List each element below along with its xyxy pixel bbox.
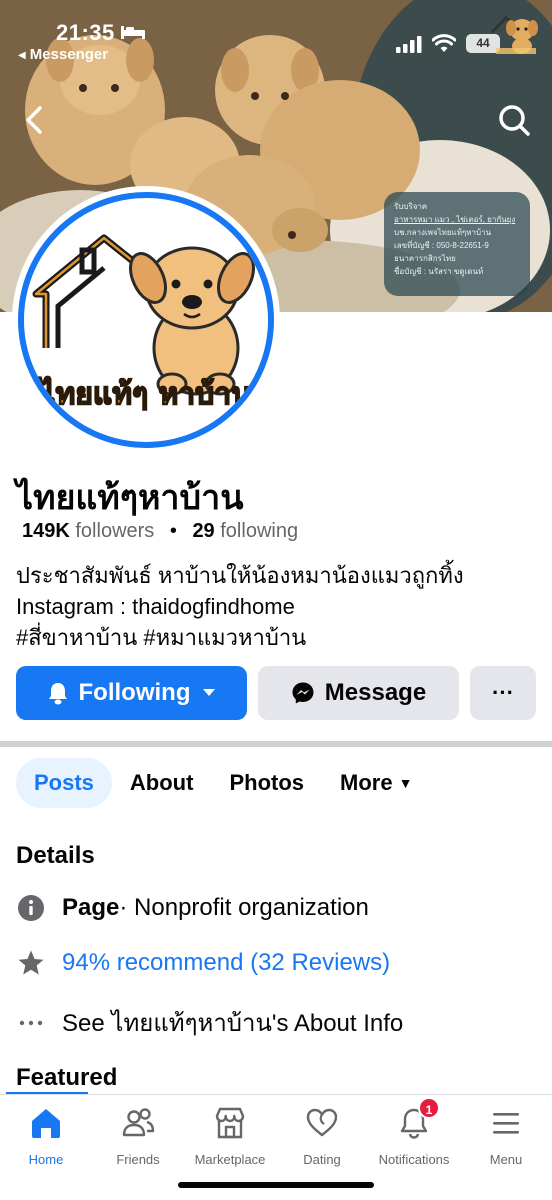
notification-badge: 1 [418, 1097, 440, 1119]
bell-icon [47, 681, 69, 705]
search-icon[interactable] [494, 100, 534, 140]
dating-icon [302, 1103, 342, 1142]
home-icon [26, 1103, 66, 1142]
followers-label[interactable]: followers [75, 520, 154, 542]
donate-line: ธนาคารกสิกรไทย [394, 254, 456, 263]
nav-label: Friends [116, 1152, 160, 1167]
donate-line: รับบริจาค [394, 202, 428, 211]
tab-photos[interactable]: Photos [211, 758, 322, 808]
followers-count[interactable]: 149K [22, 520, 70, 542]
nav-label: Notifications [378, 1152, 450, 1167]
recommend-row[interactable]: 94% recommend (32 Reviews) [16, 948, 390, 978]
nav-marketplace[interactable]: Marketplace [184, 1103, 276, 1167]
tab-about[interactable]: About [112, 758, 212, 808]
more-horizontal-icon [16, 1008, 46, 1038]
profile-tabs: Posts About Photos More ▼ [16, 758, 430, 808]
avatar: ไทยแท้ๆ หาบ้าน [18, 192, 274, 448]
bell-icon: 1 [394, 1097, 440, 1142]
donation-info-overlay: รับบริจาค อาหารหมา แมว , ไข่เตอร์, ยากัน… [384, 192, 530, 296]
nav-label: Marketplace [194, 1152, 266, 1167]
follow-stats: 149K followers • 29 following [22, 520, 298, 543]
dog-house-logo-icon: ไทยแท้ๆ หาบ้าน [32, 234, 255, 413]
more-dots-icon: ··· [492, 680, 514, 705]
message-button[interactable]: Message [258, 666, 459, 720]
tab-more-label: More [340, 770, 393, 795]
donate-line: ชื่อบัญชี : นรัสรา ขดูเดนท์ [394, 267, 484, 276]
section-divider [0, 741, 552, 747]
tab-posts[interactable]: Posts [16, 758, 112, 808]
sleep-focus-icon [121, 26, 145, 39]
nav-dating[interactable]: Dating [276, 1103, 368, 1167]
following-label: Following [78, 679, 191, 706]
donate-line: บช.กลางเพจไทยแท้ๆหาบ้าน [394, 228, 492, 237]
nav-label: Menu [489, 1152, 523, 1167]
donate-line: อาหารหมา แมว , ไข่เตอร์, ยากันยุง [394, 215, 516, 224]
back-app-label: Messenger [29, 46, 109, 63]
nav-friends[interactable]: Friends [92, 1103, 184, 1167]
wifi-icon [432, 34, 456, 52]
logo-text: ไทยแท้ๆ หาบ้าน [37, 376, 252, 412]
nav-label: Home [28, 1152, 64, 1167]
following-count[interactable]: 29 [192, 520, 214, 542]
page-type-label: Page [62, 894, 120, 921]
see-about-link[interactable]: See ไทยแท้ๆหาบ้าน's About Info [62, 1003, 403, 1042]
profile-picture[interactable]: ไทยแท้ๆ หาบ้าน [12, 186, 280, 454]
separator-dot: • [169, 520, 177, 542]
page-type-row: Page · Nonprofit organization [16, 893, 369, 923]
nav-menu[interactable]: Menu [460, 1103, 552, 1167]
recommend-link[interactable]: 94% recommend (32 Reviews) [62, 949, 390, 977]
nav-label: Dating [303, 1152, 341, 1167]
page-category: · Nonprofit organization [119, 894, 369, 921]
message-label: Message [324, 679, 427, 706]
status-time: 21:35 [56, 20, 115, 45]
bio-line: Instagram : thaidogfindhome [16, 594, 295, 619]
menu-icon [486, 1103, 526, 1142]
see-about-row[interactable]: See ไทยแท้ๆหาบ้าน's About Info [16, 1003, 403, 1042]
marketplace-icon [210, 1103, 250, 1142]
nav-notifications[interactable]: 1 Notifications [368, 1097, 460, 1167]
featured-heading: Featured [16, 1064, 118, 1091]
nav-home[interactable]: Home [0, 1103, 92, 1167]
page-bio: ประชาสัมพันธ์ หาบ้านให้น้องหมาน้องแมวถูก… [16, 560, 464, 653]
following-button[interactable]: Following [16, 666, 247, 720]
friends-icon [118, 1103, 158, 1142]
bio-line: #สี่ขาหาบ้าน #หมาแมวหาบ้าน [16, 625, 307, 650]
following-label[interactable]: following [220, 520, 298, 542]
star-icon [16, 948, 46, 978]
details-heading: Details [16, 842, 95, 869]
messenger-icon [291, 681, 315, 705]
status-bar: 21:35 ◀ Messenger 44 [0, 0, 552, 68]
back-to-messenger-link[interactable]: ◀ Messenger [18, 46, 108, 63]
page-title: ไทยแท้ๆหาบ้าน [16, 479, 244, 517]
caret-down-icon: ▼ [398, 775, 413, 791]
donate-line: เลขที่บัญชี : 050-8-22651-9 [394, 241, 489, 250]
home-indicator[interactable] [178, 1182, 374, 1188]
cellular-signal-icon [396, 36, 422, 53]
back-arrow-icon[interactable] [16, 100, 52, 140]
chevron-down-icon [202, 688, 216, 698]
info-icon [16, 893, 46, 923]
page-logo-watermark-icon [490, 16, 538, 54]
bio-line: ประชาสัมพันธ์ หาบ้านให้น้องหมาน้องแมวถูก… [16, 563, 464, 588]
tab-more[interactable]: More ▼ [322, 758, 430, 808]
more-options-button[interactable]: ··· [470, 666, 536, 720]
